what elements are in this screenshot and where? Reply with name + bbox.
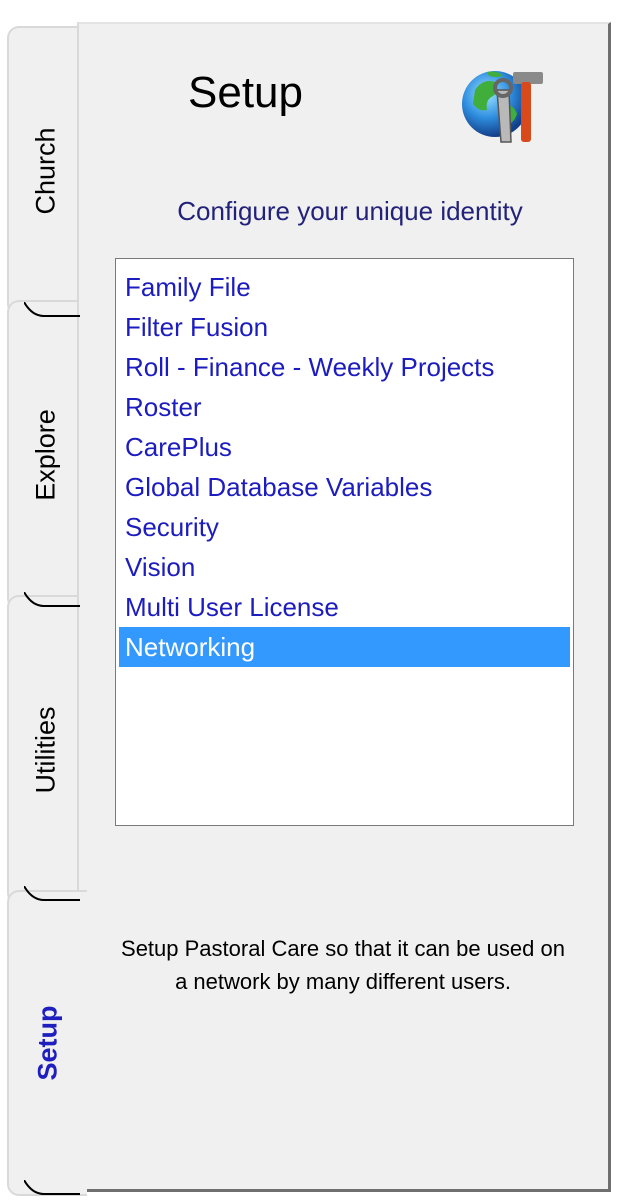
list-item-vision[interactable]: Vision: [119, 547, 570, 587]
tab-divider: [24, 302, 80, 318]
tab-setup-label: Setup: [32, 1005, 63, 1081]
tab-church[interactable]: Church: [7, 26, 83, 316]
tab-explore[interactable]: Explore: [7, 300, 83, 610]
setup-window: Church Explore Utilities Setup Setup Con…: [0, 0, 624, 1200]
list-item-careplus[interactable]: CarePlus: [119, 427, 570, 467]
tab-explore-label: Explore: [30, 409, 61, 501]
list-item-roll-finance-weekly-projects[interactable]: Roll - Finance - Weekly Projects: [119, 347, 570, 387]
list-item-multi-user-license[interactable]: Multi User License: [119, 587, 570, 627]
list-item-networking[interactable]: Networking: [119, 627, 570, 667]
tab-utilities[interactable]: Utilities: [7, 595, 83, 905]
list-item-filter-fusion[interactable]: Filter Fusion: [119, 307, 570, 347]
page-title: Setup: [188, 68, 303, 117]
list-item-family-file[interactable]: Family File: [119, 267, 570, 307]
list-item-roster[interactable]: Roster: [119, 387, 570, 427]
tab-church-label: Church: [30, 127, 61, 215]
tab-setup[interactable]: Setup: [7, 890, 87, 1196]
setup-options-list[interactable]: Family File Filter Fusion Roll - Finance…: [115, 258, 574, 826]
page-subtitle: Configure your unique identity: [177, 196, 523, 226]
tab-divider: [24, 1180, 80, 1196]
list-item-security[interactable]: Security: [119, 507, 570, 547]
list-item-global-database-variables[interactable]: Global Database Variables: [119, 467, 570, 507]
tab-utilities-label: Utilities: [30, 706, 61, 794]
tab-divider: [24, 592, 80, 608]
item-description: Setup Pastoral Care so that it can be us…: [121, 936, 565, 994]
globe-wrench-hammer-icon: [457, 60, 547, 150]
tab-divider: [24, 886, 80, 902]
